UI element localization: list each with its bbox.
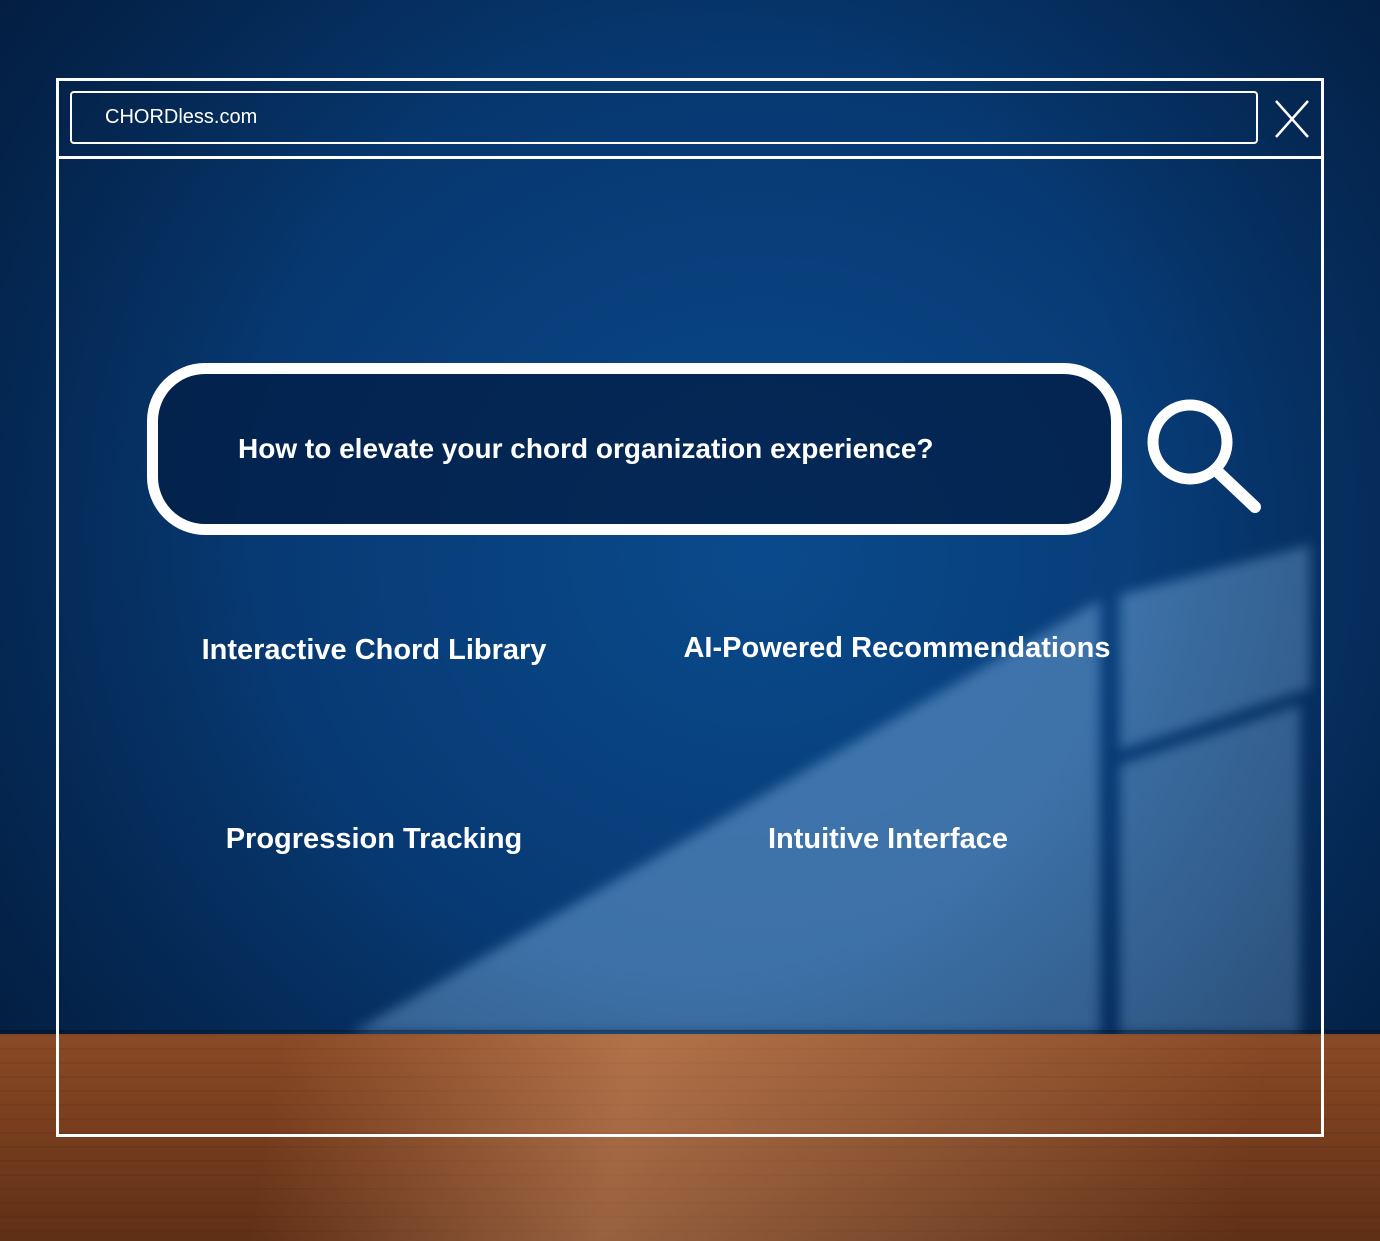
header-divider — [59, 156, 1321, 159]
feature-link-progression-tracking[interactable]: Progression Tracking — [174, 823, 574, 856]
feature-link-ai-powered-recommendations[interactable]: AI-Powered Recommendations — [662, 632, 1132, 665]
close-icon — [1275, 100, 1309, 138]
search-icon — [1147, 399, 1261, 513]
address-bar[interactable]: CHORDless.com — [70, 91, 1258, 144]
search-query-text: How to elevate your chord organization e… — [238, 433, 934, 464]
feature-link-interactive-chord-library[interactable]: Interactive Chord Library — [174, 634, 574, 667]
feature-link-intuitive-interface[interactable]: Intuitive Interface — [688, 823, 1088, 856]
close-button[interactable] — [1274, 99, 1310, 139]
address-text: CHORDless.com — [105, 106, 258, 128]
search-input[interactable]: How to elevate your chord organization e… — [147, 363, 1122, 535]
search-button[interactable] — [1143, 397, 1265, 515]
background-scene: CHORDless.com How to elevate your chord … — [0, 0, 1380, 1241]
browser-window: CHORDless.com — [56, 78, 1324, 1137]
